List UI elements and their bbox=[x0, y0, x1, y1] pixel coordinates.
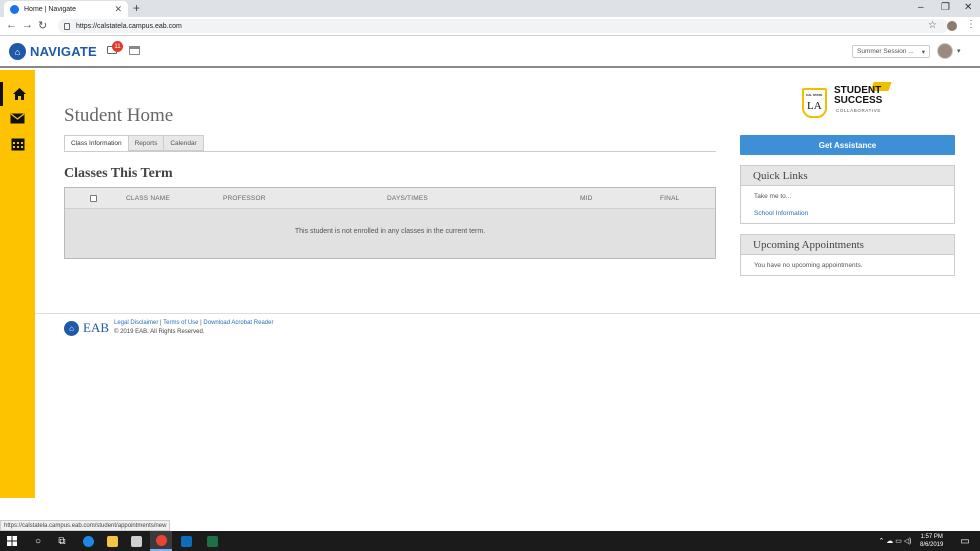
store-icon[interactable] bbox=[128, 531, 144, 551]
task-view-icon[interactable]: ⧉ bbox=[54, 531, 70, 551]
brand-line-2: SUCCESS bbox=[834, 95, 883, 106]
back-icon[interactable]: ← bbox=[6, 19, 17, 31]
column-final[interactable]: FINAL bbox=[660, 195, 679, 202]
user-menu-caret-icon[interactable]: ▾ bbox=[957, 47, 961, 55]
close-tab-icon[interactable]: ✕ bbox=[114, 4, 122, 15]
system-tray-icons[interactable]: ⌃ ☁ ▭ ◁) bbox=[872, 531, 918, 551]
footer-separator: | bbox=[200, 320, 202, 326]
classes-table: CLASS NAME PROFESSOR DAYS/TIMES MID FINA… bbox=[64, 187, 716, 259]
chrome-icon[interactable] bbox=[150, 531, 172, 551]
lock-icon bbox=[64, 22, 70, 30]
brand-line-3: COLLABORATIVE bbox=[836, 108, 881, 113]
school-information-link[interactable]: School Information bbox=[754, 210, 941, 217]
brand-name: NAVIGATE bbox=[30, 44, 97, 59]
envelope-icon bbox=[10, 113, 25, 123]
restore-icon[interactable]: ❐ bbox=[941, 2, 950, 13]
app-header: ⌂ NAVIGATE 11 Summer Session ... ▾ ▾ bbox=[0, 36, 980, 68]
page-title: Student Home bbox=[64, 105, 174, 126]
cal-state-la-shield: CAL STATE LA bbox=[802, 88, 827, 118]
new-tab-icon[interactable]: + bbox=[133, 1, 140, 15]
taskbar-clock[interactable]: 1:57 PM 8/6/2019 bbox=[920, 533, 943, 549]
shield-letters: LA bbox=[807, 100, 822, 112]
profile-avatar-icon[interactable] bbox=[947, 21, 957, 31]
quick-links-title: Quick Links bbox=[741, 166, 954, 186]
footer-separator: | bbox=[160, 320, 162, 326]
browser-tab-title: Home | Navigate bbox=[24, 5, 77, 13]
term-select[interactable]: Summer Session ... ▾ bbox=[852, 45, 930, 58]
eab-building-icon: ⌂ bbox=[64, 320, 79, 336]
quick-links-intro: Take me to... bbox=[754, 193, 792, 200]
bookmark-star-icon[interactable]: ☆ bbox=[928, 20, 937, 31]
window-icon[interactable] bbox=[129, 46, 140, 55]
home-icon bbox=[12, 88, 26, 100]
building-icon: ⌂ bbox=[9, 43, 26, 60]
tab-class-information[interactable]: Class Information bbox=[64, 135, 129, 151]
chevron-down-icon: ▾ bbox=[921, 48, 925, 56]
favicon-icon bbox=[10, 4, 19, 14]
column-days-times[interactable]: DAYS/TIMES bbox=[387, 195, 428, 202]
tab-reports[interactable]: Reports bbox=[127, 135, 165, 151]
sidebar-item-calendar[interactable] bbox=[0, 132, 35, 156]
calendar-icon bbox=[11, 138, 24, 151]
download-acrobat-link[interactable]: Download Acrobat Reader bbox=[203, 320, 273, 326]
start-icon[interactable] bbox=[4, 531, 20, 551]
minimize-icon[interactable]: – bbox=[918, 2, 924, 13]
search-icon[interactable]: ○ bbox=[30, 531, 46, 551]
outlook-icon[interactable] bbox=[178, 531, 194, 551]
footer-links: Legal Disclaimer | Terms of Use | Downlo… bbox=[114, 320, 273, 326]
appointments-title: Upcoming Appointments bbox=[741, 235, 954, 255]
navigate-logo[interactable]: ⌂ NAVIGATE bbox=[9, 43, 97, 60]
notifications-icon[interactable]: ▭ bbox=[958, 531, 972, 551]
windows-taskbar: ○ ⧉ ⌃ ☁ ▭ ◁) 1:57 PM 8/6/2019 ▭ bbox=[0, 531, 980, 551]
edge-icon[interactable] bbox=[80, 531, 96, 551]
close-window-icon[interactable]: ✕ bbox=[964, 2, 972, 13]
student-success-logo: CAL STATE LA STUDENT SUCCESS COLLABORATI… bbox=[802, 82, 894, 122]
address-bar[interactable]: https://calstatela.campus.eab.com bbox=[58, 19, 948, 33]
reload-icon[interactable]: ↻ bbox=[38, 19, 47, 32]
column-class-name[interactable]: CLASS NAME bbox=[126, 195, 170, 202]
sidebar bbox=[0, 70, 35, 498]
browser-toolbar: ← → ↻ https://calstatela.campus.eab.com … bbox=[0, 17, 980, 36]
footer-divider bbox=[35, 313, 980, 314]
term-select-value: Summer Session ... bbox=[857, 48, 914, 55]
column-mid[interactable]: MID bbox=[580, 195, 593, 202]
file-explorer-icon[interactable] bbox=[104, 531, 120, 551]
table-header: CLASS NAME PROFESSOR DAYS/TIMES MID FINA… bbox=[65, 188, 715, 209]
notification-badge: 11 bbox=[112, 41, 123, 52]
sidebar-item-messages[interactable] bbox=[0, 106, 35, 130]
shield-top-text: CAL STATE bbox=[806, 93, 823, 97]
browser-tabstrip: Home | Navigate ✕ + – ❐ ✕ bbox=[0, 0, 980, 17]
excel-icon[interactable] bbox=[204, 531, 220, 551]
forward-icon[interactable]: → bbox=[22, 19, 33, 31]
appointments-panel: Upcoming Appointments You have no upcomi… bbox=[740, 234, 955, 276]
select-all-checkbox[interactable] bbox=[90, 195, 97, 202]
copyright: © 2019 EAB. All Rights Reserved. bbox=[114, 329, 205, 335]
menu-kebab-icon[interactable]: ⋮ bbox=[966, 19, 976, 30]
content-tabs: Class Information Reports Calendar bbox=[64, 135, 204, 151]
address-url: https://calstatela.campus.eab.com bbox=[76, 22, 182, 30]
taskbar-time: 1:57 PM bbox=[920, 534, 943, 540]
status-bar-url: https://calstatela.campus.eab.com/studen… bbox=[0, 520, 171, 531]
terms-of-use-link[interactable]: Terms of Use bbox=[163, 320, 198, 326]
tab-divider bbox=[64, 151, 716, 152]
eab-logo-text: EAB bbox=[83, 320, 109, 335]
eab-logo: ⌂ EAB bbox=[64, 320, 109, 336]
taskbar-date: 8/6/2019 bbox=[920, 542, 944, 548]
empty-table-message: This student is not enrolled in any clas… bbox=[294, 228, 486, 235]
column-professor[interactable]: PROFESSOR bbox=[223, 195, 266, 202]
appointments-message: You have no upcoming appointments. bbox=[754, 262, 863, 269]
section-title: Classes This Term bbox=[64, 166, 173, 181]
quick-links-panel: Quick Links Take me to... School Informa… bbox=[740, 165, 955, 224]
browser-tab[interactable]: Home | Navigate ✕ bbox=[4, 1, 128, 17]
get-assistance-button[interactable]: Get Assistance bbox=[740, 135, 955, 155]
sidebar-item-home[interactable] bbox=[0, 82, 35, 106]
legal-disclaimer-link[interactable]: Legal Disclaimer bbox=[114, 320, 158, 326]
user-avatar[interactable] bbox=[937, 43, 953, 59]
tab-calendar[interactable]: Calendar bbox=[163, 135, 204, 151]
